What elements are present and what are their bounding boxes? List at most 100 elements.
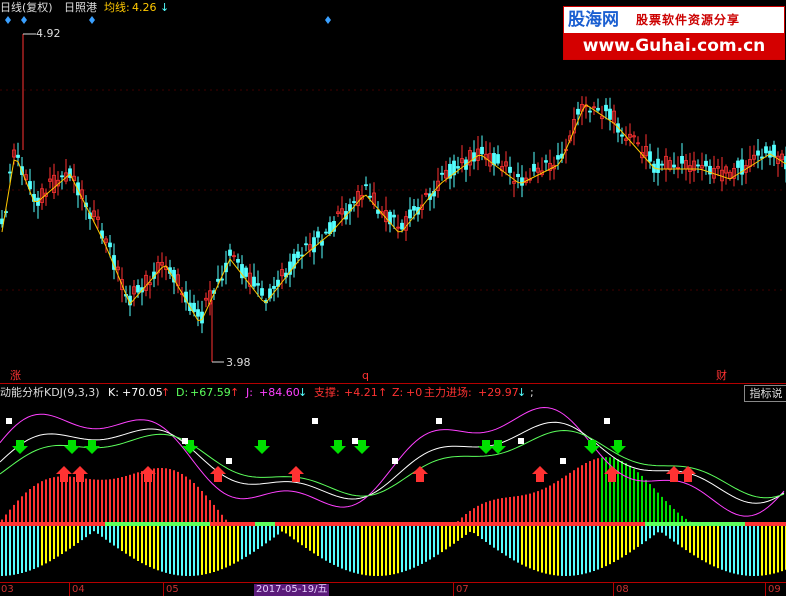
candle-body bbox=[605, 105, 608, 110]
ma-label: 均线: bbox=[104, 1, 130, 15]
candle-body bbox=[621, 135, 624, 136]
candle-body bbox=[273, 286, 276, 288]
marker-q[interactable]: q bbox=[362, 369, 369, 383]
candle-body bbox=[609, 109, 612, 119]
x-tick: 09 bbox=[768, 584, 781, 596]
signal-square bbox=[604, 418, 610, 424]
candle-body bbox=[237, 259, 240, 262]
candle-body bbox=[697, 165, 700, 166]
x-divider bbox=[613, 583, 614, 596]
main-force-label: 主力进场: bbox=[424, 386, 472, 400]
d-label: D: bbox=[176, 386, 188, 400]
buy-arrow-icon bbox=[288, 466, 304, 482]
x-tick: 03 bbox=[1, 584, 14, 596]
x-divider bbox=[453, 583, 454, 596]
candle-body bbox=[409, 210, 412, 218]
signal-square bbox=[352, 438, 358, 444]
candle-body bbox=[305, 244, 308, 245]
indicator-help-button[interactable]: 指标说 bbox=[744, 385, 786, 402]
kdj-indicator-bar: 动能分析KDJ(9,3,3) K: +70.05 ↑ D: +67.59 ↑ J… bbox=[0, 384, 786, 400]
candle-body bbox=[457, 166, 460, 168]
candle-body bbox=[497, 155, 500, 164]
kdj-title[interactable]: 动能分析KDJ(9,3,3) bbox=[0, 386, 100, 400]
chart-stage bbox=[0, 0, 786, 595]
ma-value: 4.26 bbox=[132, 1, 157, 15]
candle-body bbox=[493, 153, 496, 164]
candle-body bbox=[9, 172, 12, 173]
signal-square bbox=[182, 438, 188, 444]
buy-arrow-icon bbox=[210, 466, 226, 482]
kdj-chart bbox=[0, 400, 786, 582]
candle-body bbox=[313, 238, 316, 252]
candle-body bbox=[521, 178, 524, 185]
buy-arrow-icon bbox=[532, 466, 548, 482]
candle-body bbox=[649, 152, 652, 161]
candle-body bbox=[413, 206, 416, 210]
candle-body bbox=[705, 161, 708, 166]
candle-body bbox=[365, 185, 368, 186]
candle-body bbox=[545, 161, 548, 163]
candle-body bbox=[597, 108, 600, 110]
candle-body bbox=[577, 109, 580, 114]
high-price-label: 4.92 bbox=[36, 27, 61, 41]
chart-period-label[interactable]: 日线(复权) bbox=[0, 1, 53, 15]
signal-square bbox=[436, 418, 442, 424]
sell-arrow-icon bbox=[610, 440, 626, 454]
x-tick: 05 bbox=[166, 584, 179, 596]
support-label: 支撑: bbox=[314, 386, 340, 400]
candle-body bbox=[217, 279, 220, 281]
candle-body bbox=[657, 159, 660, 172]
k-value: +70.05 bbox=[122, 386, 163, 400]
candle-body bbox=[193, 303, 196, 311]
candle-body bbox=[325, 232, 328, 233]
buy-arrow-icon bbox=[666, 466, 682, 482]
buy-arrow-icon bbox=[412, 466, 428, 482]
diamond-marker-icon bbox=[21, 16, 27, 24]
candle-body bbox=[393, 215, 396, 217]
x-divider bbox=[765, 583, 766, 596]
d-arrow-icon: ↑ bbox=[230, 386, 239, 400]
ma-arrow-icon: ↓ bbox=[160, 1, 169, 15]
signal-square bbox=[560, 458, 566, 464]
x-tick: 07 bbox=[456, 584, 469, 596]
candle-body bbox=[517, 174, 520, 176]
sell-arrow-icon bbox=[12, 440, 28, 454]
candle-body bbox=[765, 147, 768, 153]
signal-square bbox=[392, 458, 398, 464]
candle-body bbox=[557, 156, 560, 160]
candle-body bbox=[589, 111, 592, 112]
candle-body bbox=[197, 310, 200, 317]
signal-square bbox=[226, 458, 232, 464]
candle-body bbox=[329, 223, 332, 234]
candle-body bbox=[533, 164, 536, 171]
candle-body bbox=[245, 268, 248, 276]
candle-body bbox=[509, 167, 512, 172]
watermark-slogan: 股票软件资源分享 bbox=[636, 12, 740, 28]
signal-square bbox=[518, 438, 524, 444]
candle-body bbox=[61, 176, 64, 177]
zero-band-green bbox=[645, 522, 745, 526]
candle-body bbox=[673, 165, 676, 167]
stock-name: 日照港 bbox=[64, 1, 97, 15]
watermark-url: www.Guhai.com.cn bbox=[564, 33, 784, 59]
marker-zhang[interactable]: 涨 bbox=[10, 369, 21, 383]
candle-body bbox=[137, 285, 140, 292]
indicator-tail: ; bbox=[530, 386, 534, 400]
signal-square bbox=[312, 418, 318, 424]
watermark-top: 股海网 股票软件资源分享 bbox=[564, 7, 784, 33]
x-cursor-date[interactable]: 2017-05-19/五 bbox=[254, 584, 329, 596]
candle-body bbox=[441, 173, 444, 174]
support-arrow-icon: ↑ bbox=[378, 386, 387, 400]
x-tick: 08 bbox=[616, 584, 629, 596]
k-label: K: bbox=[108, 386, 119, 400]
sell-arrow-icon bbox=[254, 440, 270, 454]
diamond-marker-icon bbox=[5, 16, 11, 24]
diamond-marker-icon bbox=[325, 16, 331, 24]
candle-body bbox=[17, 155, 20, 157]
watermark-banner: 股海网 股票软件资源分享 www.Guhai.com.cn bbox=[563, 6, 785, 60]
candle-body bbox=[297, 252, 300, 258]
watermark-logo: 股海网 bbox=[568, 9, 619, 31]
sell-arrow-icon bbox=[64, 440, 80, 454]
x-divider bbox=[69, 583, 70, 596]
marker-cai[interactable]: 财 bbox=[716, 369, 727, 383]
